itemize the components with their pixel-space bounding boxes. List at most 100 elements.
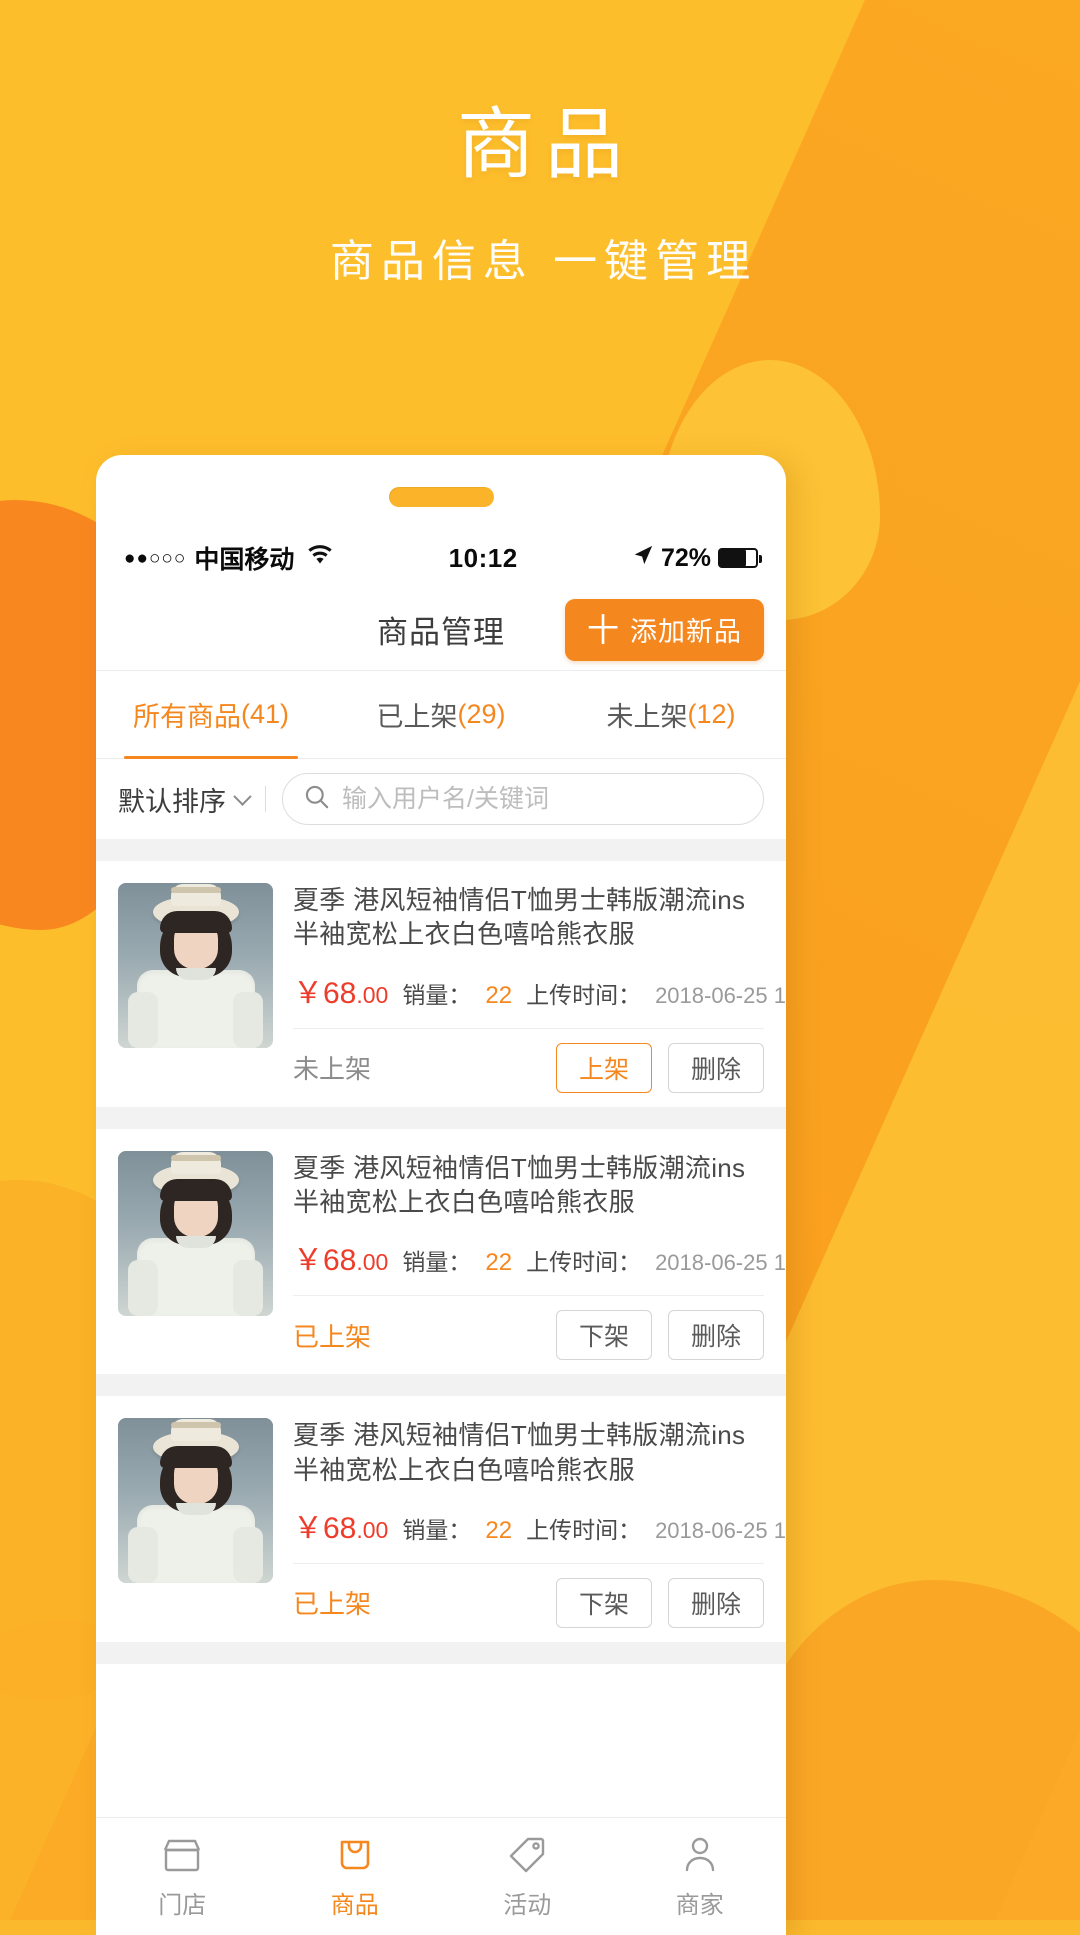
- status-bar: ●●○○○ 中国移动 10:12 72%: [96, 527, 786, 589]
- page-subtitle: 商品信息 一键管理: [329, 237, 758, 286]
- phone-speaker: [388, 487, 494, 507]
- unlist-product-button[interactable]: 下架: [556, 1310, 652, 1361]
- signal-dots-icon: ●●○○○: [124, 547, 187, 569]
- product-action-buttons: 下架 删除: [556, 1310, 764, 1361]
- status-bar-right: 72%: [632, 543, 762, 573]
- sort-dropdown[interactable]: 默认排序: [118, 780, 252, 819]
- tab-unlisted-products[interactable]: 未上架 (12): [556, 671, 786, 758]
- delete-product-button[interactable]: 删除: [668, 1310, 764, 1361]
- delete-product-button[interactable]: 删除: [668, 1042, 764, 1093]
- delete-product-button[interactable]: 删除: [668, 1577, 764, 1628]
- list-separator: [96, 839, 786, 861]
- product-card[interactable]: 夏季 港风短袖情侣T恤男士韩版潮流ins半袖宽松上衣白色嘻哈熊衣服 ￥68.00…: [96, 1396, 786, 1642]
- product-title: 夏季 港风短袖情侣T恤男士韩版潮流ins半袖宽松上衣白色嘻哈熊衣服: [293, 1152, 746, 1217]
- tab-unlisted-products-label: 未上架: [606, 702, 688, 732]
- upload-time-label: 上传时间：: [526, 981, 642, 1008]
- app-navbar: 商品管理 十 添加新品: [96, 589, 786, 671]
- sales-label: 销量：: [402, 1249, 472, 1276]
- plus-icon: 十: [586, 611, 620, 648]
- list-product-button[interactable]: 上架: [556, 1042, 652, 1093]
- tag-icon: [505, 1833, 549, 1875]
- tab-all-products-count: (41): [240, 699, 289, 729]
- product-thumbnail: [118, 1418, 273, 1584]
- tabbar-item-merchant-label: 商家: [675, 1892, 724, 1919]
- product-info: 夏季 港风短袖情侣T恤男士韩版潮流ins半袖宽松上衣白色嘻哈熊衣服 ￥68.00…: [293, 1418, 786, 1642]
- hero-section: 商品 商品信息 一键管理: [0, 0, 1080, 284]
- status-bar-time: 10:12: [448, 542, 518, 573]
- unlist-product-button[interactable]: 下架: [556, 1577, 652, 1628]
- tab-listed-products-count: (29): [457, 699, 506, 729]
- product-thumbnail: [118, 1150, 273, 1316]
- product-thumbnail: [118, 883, 273, 1048]
- person-icon: [678, 1833, 722, 1875]
- search-icon: [303, 783, 330, 815]
- add-product-button[interactable]: 十 添加新品: [564, 598, 764, 661]
- sort-dropdown-label: 默认排序: [118, 786, 226, 817]
- tabbar-item-store-label: 门店: [158, 1892, 207, 1919]
- bottom-tab-bar: 门店 商品 活动 商家: [96, 1817, 786, 1935]
- product-status-badge: 已上架: [293, 1321, 372, 1352]
- product-title: 夏季 港风短袖情侣T恤男士韩版潮流ins半袖宽松上衣白色嘻哈熊衣服: [293, 1420, 746, 1485]
- product-price: ￥68.00: [293, 976, 389, 1010]
- filter-divider: [265, 786, 266, 812]
- search-input[interactable]: [342, 784, 743, 814]
- tab-listed-products[interactable]: 已上架 (29): [326, 671, 556, 758]
- product-info: 夏季 港风短袖情侣T恤男士韩版潮流ins半袖宽松上衣白色嘻哈熊衣服 ￥68.00…: [293, 1151, 786, 1375]
- sales-value: 22: [485, 1249, 513, 1277]
- product-status-badge: 未上架: [293, 1054, 372, 1085]
- sales-value: 22: [485, 1516, 513, 1544]
- product-meta: ￥68.00 销量： 22 上传时间： 2018-06-25 16:48:43: [293, 1235, 786, 1297]
- search-box[interactable]: [282, 773, 764, 825]
- upload-time-value: 2018-06-25 16:48:43: [655, 1517, 786, 1543]
- product-status-tabs: 所有商品 (41) 已上架 (29) 未上架 (12): [96, 671, 786, 759]
- product-actions: 未上架 上架 删除: [293, 1029, 764, 1107]
- product-meta: ￥68.00 销量： 22 上传时间： 2018-06-25 16:48:43: [293, 1503, 786, 1564]
- status-bar-left: ●●○○○ 中国移动: [124, 540, 334, 576]
- product-action-buttons: 上架 删除: [556, 1042, 764, 1093]
- list-separator: [96, 1374, 786, 1397]
- page-title: 商品: [456, 100, 633, 188]
- storefront-icon: [160, 1833, 204, 1875]
- upload-time-value: 2018-06-25 16:48:43: [655, 982, 786, 1008]
- tabbar-item-activity-label: 活动: [503, 1892, 552, 1919]
- battery-percent-label: 72%: [660, 543, 711, 572]
- tabbar-item-activity[interactable]: 活动: [441, 1833, 614, 1920]
- wifi-icon: [306, 544, 334, 573]
- tabbar-item-products-label: 商品: [330, 1892, 379, 1919]
- product-title: 夏季 港风短袖情侣T恤男士韩版潮流ins半袖宽松上衣白色嘻哈熊衣服: [293, 885, 746, 950]
- list-separator: [96, 1641, 786, 1664]
- add-product-label: 添加新品: [630, 617, 742, 647]
- list-separator: [96, 1106, 786, 1129]
- product-status-badge: 已上架: [293, 1589, 372, 1620]
- product-info: 夏季 港风短袖情侣T恤男士韩版潮流ins半袖宽松上衣白色嘻哈熊衣服 ￥68.00…: [293, 883, 786, 1107]
- phone-mockup: ●●○○○ 中国移动 10:12 72% 商品管理 十 添加新品 所有商品 (4…: [96, 455, 786, 1935]
- chevron-down-icon: [233, 786, 252, 806]
- product-actions: 已上架 下架 删除: [293, 1296, 764, 1374]
- tab-all-products-label: 所有商品: [132, 702, 241, 732]
- sales-label: 销量：: [402, 981, 472, 1008]
- product-price: ￥68.00: [293, 1244, 389, 1278]
- product-card[interactable]: 夏季 港风短袖情侣T恤男士韩版潮流ins半袖宽松上衣白色嘻哈熊衣服 ￥68.00…: [96, 861, 786, 1107]
- tab-listed-products-label: 已上架: [376, 702, 458, 732]
- tabbar-item-store[interactable]: 门店: [96, 1833, 269, 1920]
- location-arrow-icon: [632, 544, 654, 573]
- upload-time-label: 上传时间：: [526, 1516, 642, 1543]
- battery-icon: [718, 548, 762, 568]
- product-meta: ￥68.00 销量： 22 上传时间： 2018-06-25 16:48:43: [293, 968, 786, 1029]
- tab-all-products[interactable]: 所有商品 (41): [96, 671, 326, 759]
- upload-time-value: 2018-06-25 16:48:43: [655, 1250, 786, 1276]
- product-price: ￥68.00: [293, 1511, 389, 1545]
- shopping-bag-icon: [333, 1833, 377, 1875]
- product-list: 夏季 港风短袖情侣T恤男士韩版潮流ins半袖宽松上衣白色嘻哈熊衣服 ￥68.00…: [96, 839, 786, 1664]
- carrier-label: 中国移动: [194, 546, 295, 574]
- sales-value: 22: [485, 981, 513, 1009]
- upload-time-label: 上传时间：: [526, 1249, 642, 1276]
- tab-unlisted-products-count: (12): [687, 699, 736, 729]
- tabbar-item-merchant[interactable]: 商家: [614, 1833, 787, 1920]
- product-action-buttons: 下架 删除: [556, 1577, 764, 1628]
- product-card[interactable]: 夏季 港风短袖情侣T恤男士韩版潮流ins半袖宽松上衣白色嘻哈熊衣服 ￥68.00…: [96, 1129, 786, 1375]
- filter-row: 默认排序: [96, 759, 786, 839]
- product-actions: 已上架 下架 删除: [293, 1564, 764, 1642]
- sales-label: 销量：: [402, 1516, 472, 1543]
- tabbar-item-products[interactable]: 商品: [269, 1833, 442, 1920]
